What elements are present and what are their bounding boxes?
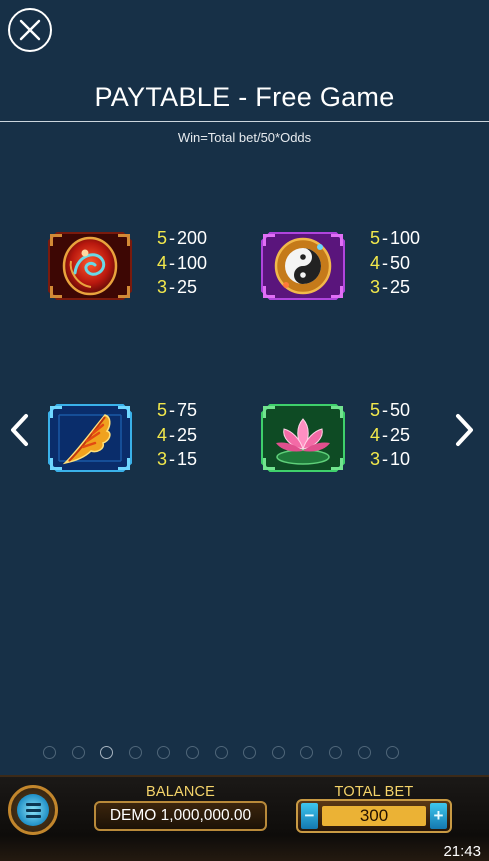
page-dot[interactable] [157,746,171,759]
total-bet-label: TOTAL BET [334,784,414,800]
win-formula: Win=Total bet/50*Odds [177,130,312,145]
page-dot[interactable] [43,746,56,759]
title-divider [0,121,489,122]
chevron-right-icon [456,414,473,446]
odds-count: 5 [370,400,381,420]
odds-count: 4 [157,252,168,273]
balance-value: DEMO 1,000,000.00 [109,807,252,824]
odds-value: 100 [390,228,421,248]
page-dot[interactable] [100,746,114,759]
chevron-left-icon [11,414,28,446]
hamburger-icon [17,794,49,826]
odds-count: 5 [157,228,168,248]
odds-row: 5-50 [370,400,411,420]
odds-row: 3-10 [370,449,411,469]
page-indicator [43,746,400,759]
next-page-button[interactable] [452,412,476,448]
balance-display: DEMO 1,000,000.00 [94,801,267,831]
page-dot[interactable] [214,746,228,759]
minus-icon: − [304,806,315,825]
symbol-4-odds: 5-50 4-25 3-10 [370,398,410,472]
page-dot[interactable] [71,746,85,759]
page-dot[interactable] [386,746,400,759]
odds-value: 25 [177,277,198,297]
odds-row: 5-75 [157,400,198,420]
yin-yang-icon [261,232,345,300]
page-dot[interactable] [328,746,342,759]
odds-count: 4 [370,252,381,273]
decrease-bet-button[interactable]: − [301,803,318,829]
page-dot[interactable] [128,746,142,759]
menu-button[interactable] [8,785,58,835]
page-dot[interactable] [271,746,285,759]
page-dot[interactable] [300,746,314,759]
bottom-bar: BALANCE DEMO 1,000,000.00 TOTAL BET − 30… [0,775,489,861]
odds-row: 5-200 [157,228,208,248]
odds-count: 5 [370,228,381,248]
odds-value: 75 [177,400,198,420]
odds-value: 10 [390,449,411,469]
symbol-2-odds: 5-100 4-50 3-25 [370,226,420,300]
total-bet-value: 300 [322,806,426,826]
close-icon [19,19,41,41]
odds-count: 4 [157,424,168,445]
page-dot[interactable] [357,746,371,759]
lotus-icon [261,404,345,472]
page-dot[interactable] [243,746,257,759]
odds-value: 100 [177,252,208,273]
symbol-1-odds: 5-200 4-100 3-25 [157,226,207,300]
odds-value: 25 [177,424,198,445]
odds-count: 3 [157,449,168,469]
odds-count: 3 [157,277,168,297]
odds-row: 4-25 [370,424,411,445]
page-dot[interactable] [185,746,199,759]
odds-count: 5 [157,400,168,420]
odds-value: 200 [177,228,208,248]
total-bet-control: − 300 + [296,799,452,833]
plus-icon: + [433,806,444,825]
odds-row: 3-25 [157,277,198,297]
odds-row: 4-25 [157,424,198,445]
clock: 21:43 [443,843,481,860]
symbol-3-odds: 5-75 4-25 3-15 [157,398,197,472]
previous-page-button[interactable] [8,412,32,448]
odds-count: 3 [370,277,381,297]
close-button[interactable] [8,8,52,52]
odds-value: 25 [390,277,411,297]
page-title: PAYTABLE - Free Game [94,82,395,112]
odds-row: 3-25 [370,277,411,297]
odds-value: 25 [390,424,411,445]
odds-count: 4 [370,424,381,445]
odds-row: 5-100 [370,228,421,248]
odds-value: 15 [177,449,198,469]
odds-row: 3-15 [157,449,198,469]
odds-value: 50 [390,252,411,273]
phoenix-feather-icon [48,404,132,472]
increase-bet-button[interactable]: + [430,803,447,829]
red-dragon-gem-icon [48,232,132,300]
odds-value: 50 [390,400,411,420]
odds-row: 4-100 [157,252,208,273]
odds-row: 4-50 [370,252,411,273]
odds-count: 3 [370,449,381,469]
balance-label: BALANCE [145,784,216,800]
